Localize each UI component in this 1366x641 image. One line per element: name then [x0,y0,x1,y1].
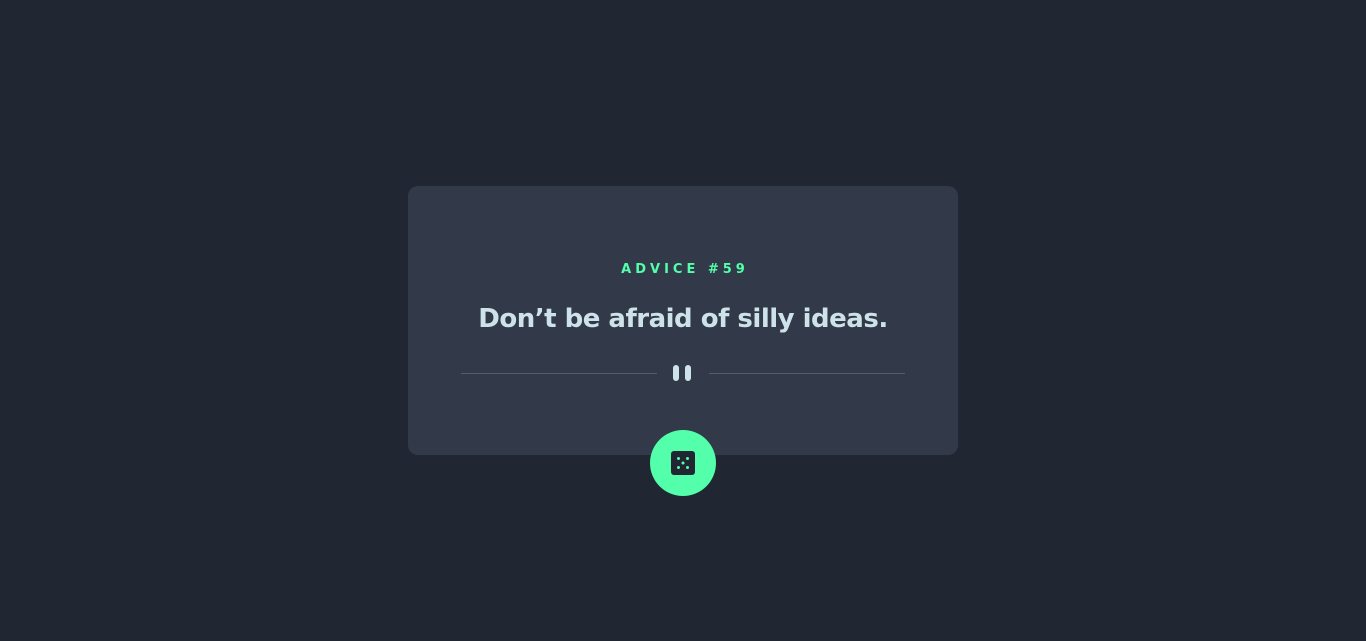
new-advice-button[interactable] [650,430,716,496]
dice-icon [671,451,695,475]
advice-card: ADVICE #59 Don’t be afraid of silly idea… [408,186,958,455]
divider-line-right [709,373,905,374]
advice-quote: Don’t be afraid of silly ideas. [478,304,888,334]
pause-icon [672,364,694,382]
divider-line-left [461,373,657,374]
pattern-divider [461,364,905,382]
advice-id-label: ADVICE #59 [621,262,749,277]
